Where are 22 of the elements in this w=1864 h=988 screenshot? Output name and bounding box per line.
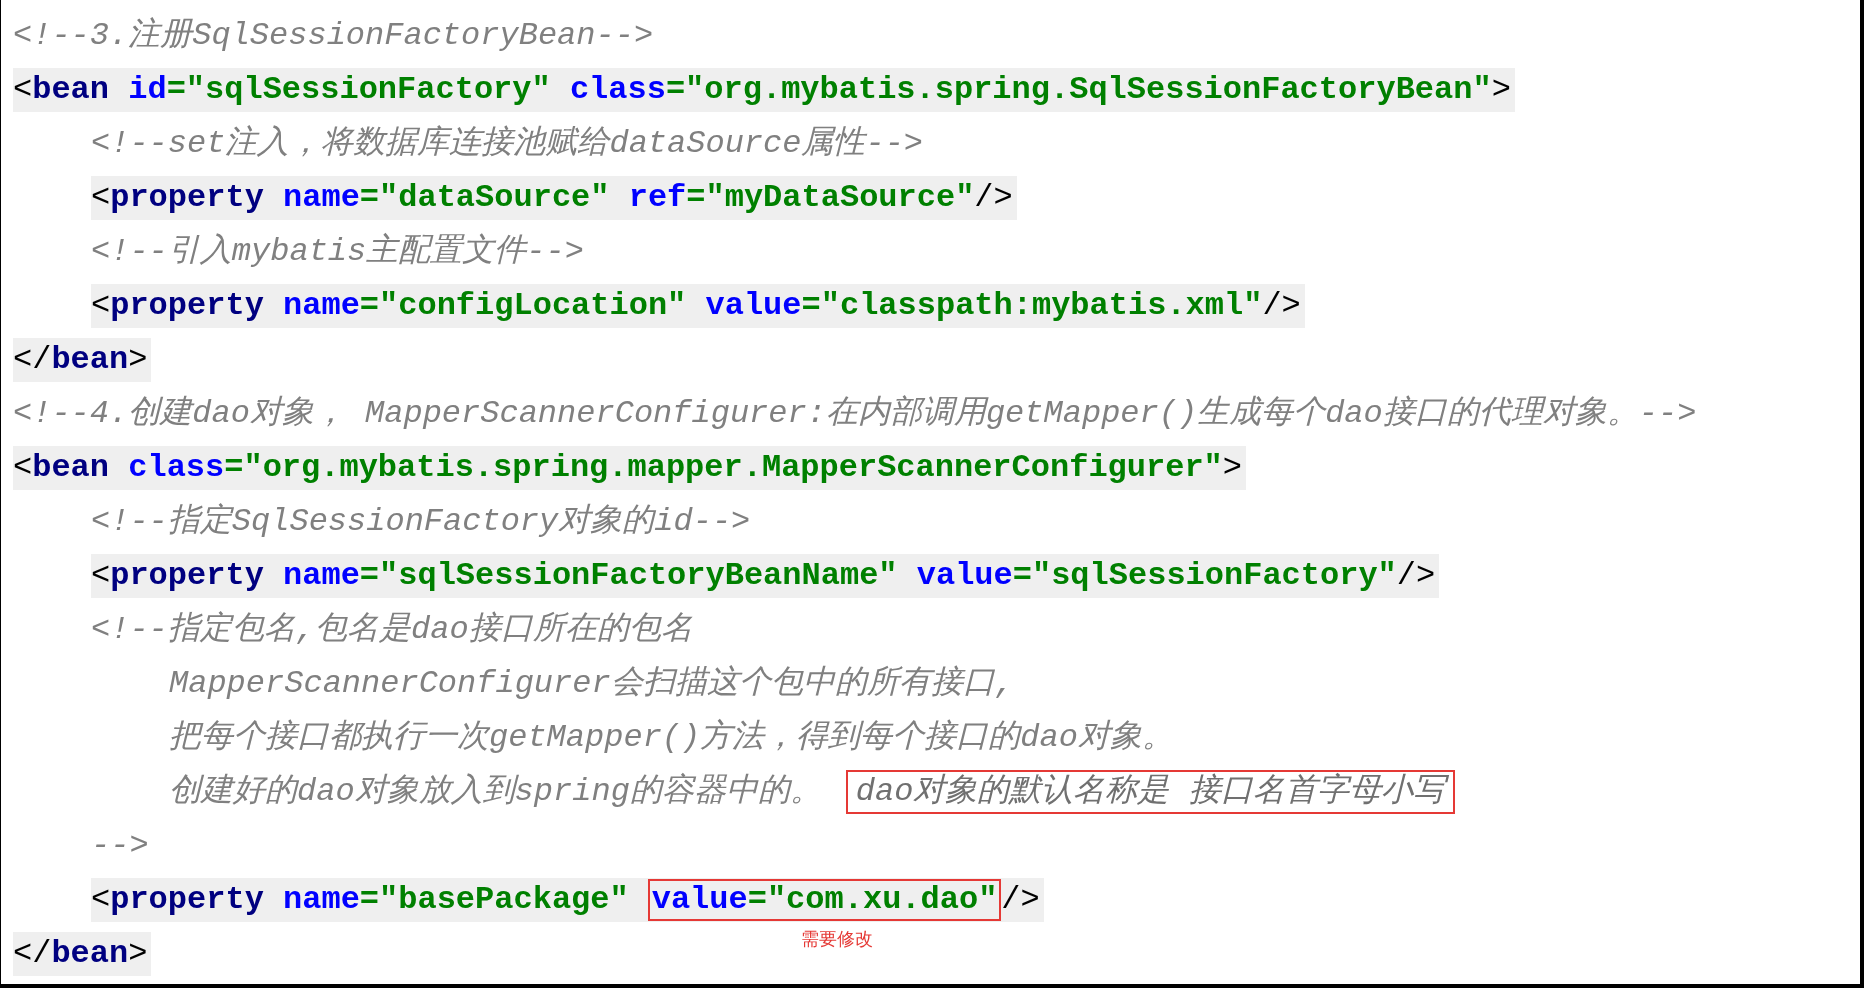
code-text: <bean id="sqlSessionFactory" class="org.mybatis.spring.SqlSessionFactoryBean"> — [13, 70, 1511, 110]
code-text: <bean class="org.mybatis.spring.mapper.MapperScannerConfigurer"> — [13, 448, 1242, 488]
code-text: /> — [1001, 880, 1040, 920]
code-comment: <!--set注入，将数据库连接池赋给dataSource属性--> — [91, 124, 924, 164]
code-text: <property name="dataSource" ref="myDataSource"/> — [91, 178, 1013, 218]
code-text: <property name="configLocation" value="classpath:mybatis.xml"/> — [91, 286, 1301, 326]
code-comment: <!--3.注册SqlSessionFactoryBean--> — [13, 16, 654, 56]
code-comment: <!--引入mybatis主配置文件--> — [91, 232, 584, 272]
code-comment: <!--指定包名,包名是dao接口所在的包名 — [91, 610, 693, 650]
code-comment: --> — [91, 826, 149, 866]
code-comment: 创建好的dao对象放入到spring的容器中的。 — [169, 772, 822, 812]
code-comment: 把每个接口都执行一次getMapper()方法，得到每个接口的dao对象。 — [169, 718, 1174, 758]
highlight-box: dao对象的默认名称是 接口名首字母小写 — [845, 770, 1455, 814]
code-text: <property name="basePackage" — [91, 880, 629, 920]
code-text: </bean> — [13, 934, 148, 974]
code-comment: <!--4.创建dao对象， MapperScannerConfigurer:在内部调用getMapper()生成每个dao接口的代理对象。--> — [13, 394, 1697, 434]
code-comment: MapperScannerConfigurer会扫描这个包中的所有接口, — [169, 664, 1014, 704]
code-text: <property name="sqlSessionFactoryBeanName" value="sqlSessionFactory"/> — [91, 556, 1436, 596]
annotation-text: 需要修改 — [800, 929, 873, 949]
code-text: </bean> — [13, 340, 148, 380]
code-comment: <!--指定SqlSessionFactory对象的id--> — [91, 502, 751, 542]
highlight-box: value="com.xu.dao" — [647, 879, 1002, 921]
